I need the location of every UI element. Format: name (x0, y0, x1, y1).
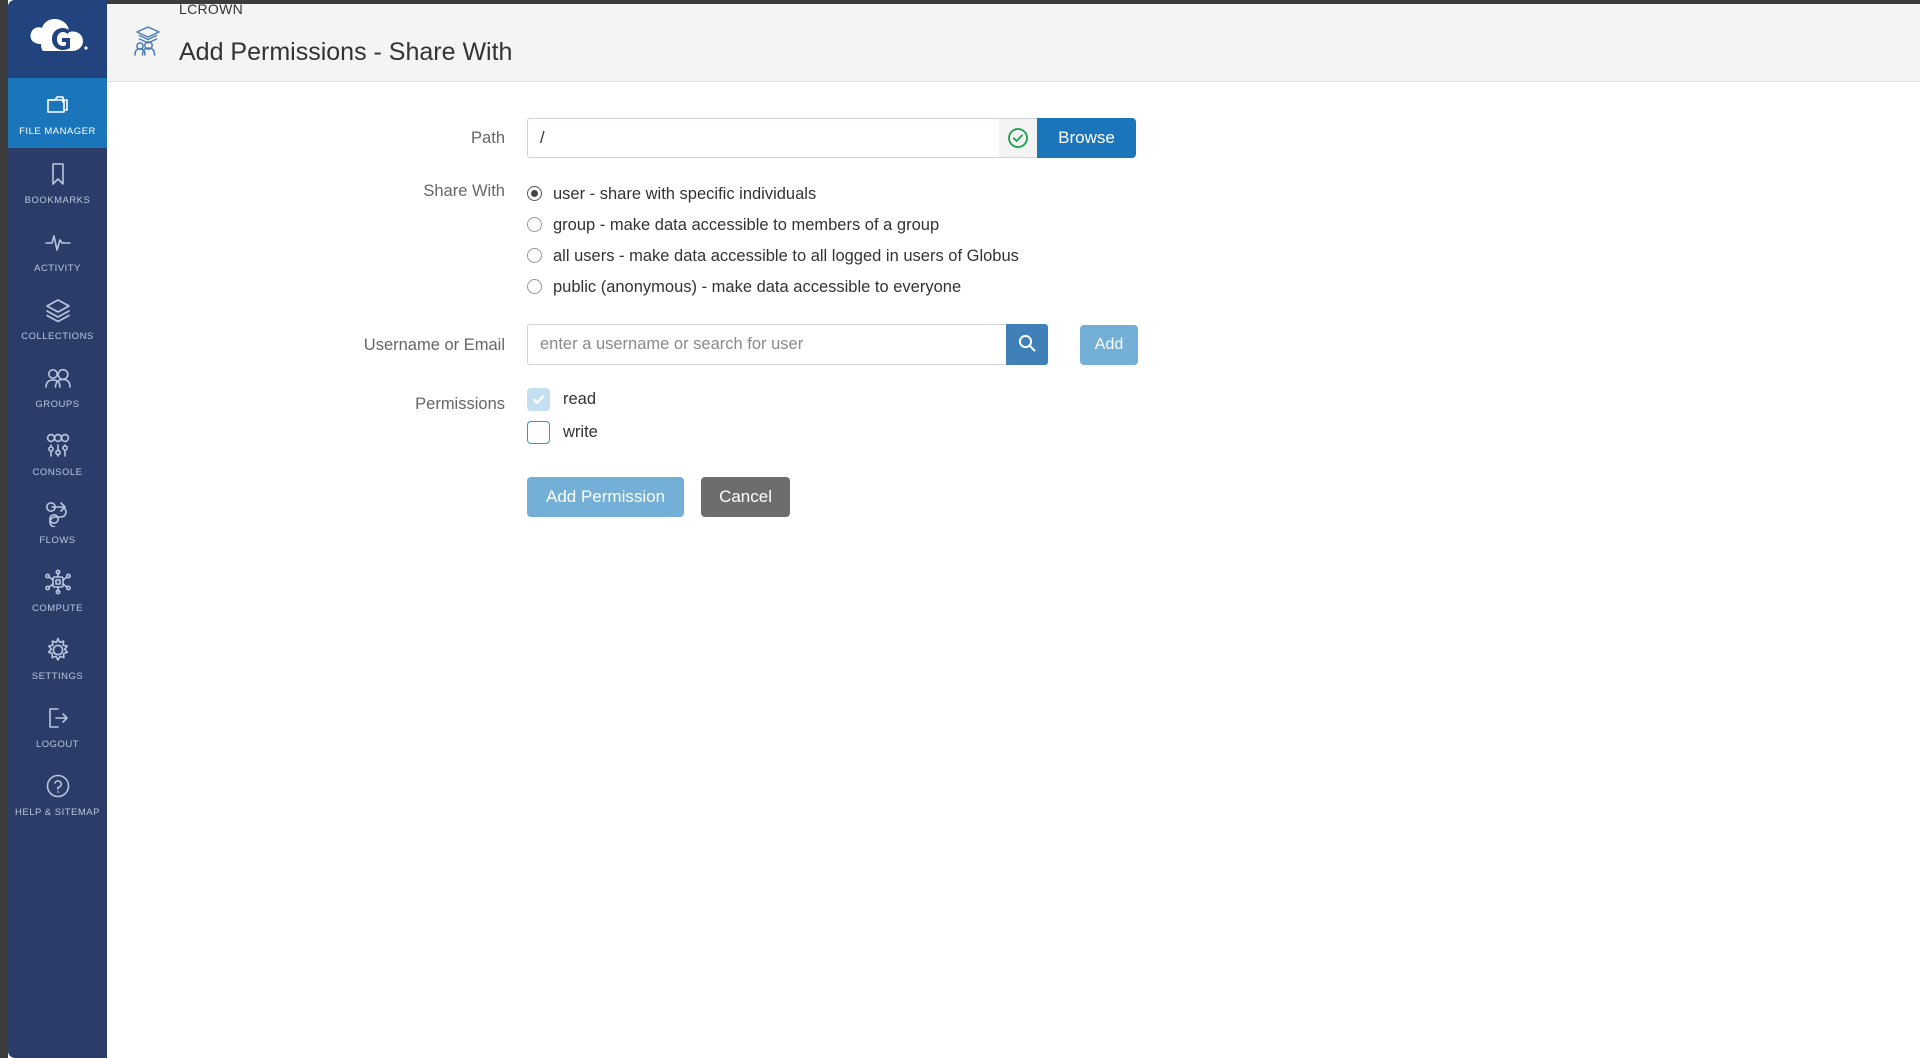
folder-icon (45, 90, 71, 120)
radio-option-group[interactable]: group - make data accessible to members … (527, 209, 1920, 240)
layers-icon (44, 295, 72, 325)
radio-label: group - make data accessible to members … (553, 215, 940, 234)
gear-icon (44, 635, 72, 665)
sidebar-item-help-sitemap[interactable]: HELP & SITEMAP (8, 760, 107, 828)
page-header: LCROWN Add Permissions - Share With (107, 1, 1920, 84)
share-with-row: Share With user - share with specific in… (107, 178, 1920, 302)
path-input-group: Browse (527, 118, 1136, 158)
sidebar-item-file-manager[interactable]: FILE MANAGER (8, 78, 107, 148)
username-row: Username or Email enter a username or se… (107, 324, 1920, 365)
radio-icon (527, 186, 542, 201)
checkbox-label: read (563, 390, 597, 408)
primary-sidebar: FILE MANAGER BOOKMARKS ACTIVITY COLLECTI… (8, 0, 107, 1058)
sidebar-item-label: HELP & SITEMAP (15, 806, 100, 818)
checkbox-option-write[interactable]: write (527, 416, 1920, 449)
checkbox-icon (527, 388, 550, 411)
add-user-button[interactable]: Add (1080, 324, 1138, 365)
shared-collection-icon (129, 22, 167, 64)
sidebar-item-settings[interactable]: SETTINGS (8, 624, 107, 692)
radio-option-public[interactable]: public (anonymous) - make data accessibl… (527, 271, 1920, 302)
sidebar-item-label: ACTIVITY (34, 262, 81, 274)
cancel-button[interactable]: Cancel (701, 477, 790, 517)
sidebar-item-activity[interactable]: ACTIVITY (8, 216, 107, 284)
sidebar-item-collections[interactable]: COLLECTIONS (8, 284, 107, 352)
sidebar-item-label: CONSOLE (32, 466, 83, 478)
question-circle-icon (44, 771, 72, 801)
window-left-edge (0, 0, 8, 1058)
flow-arrow-icon (43, 499, 73, 529)
radio-label: public (anonymous) - make data accessibl… (553, 277, 962, 296)
path-field: Browse (527, 118, 1920, 158)
globus-g-cloud-logo-icon (29, 18, 88, 51)
chip-icon (43, 567, 73, 597)
radio-option-user[interactable]: user - share with specific individuals (527, 178, 1920, 209)
sidebar-item-label: GROUPS (35, 398, 80, 410)
radio-icon (527, 217, 542, 232)
pulse-icon (44, 227, 72, 257)
permissions-options: read write (527, 383, 1920, 449)
sidebar-item-console[interactable]: CONSOLE (8, 420, 107, 488)
page-title: Add Permissions - Share With (179, 38, 513, 66)
sidebar-item-label: FLOWS (39, 534, 76, 546)
collection-name: LCROWN (179, 1, 244, 18)
sidebar-item-flows[interactable]: FLOWS (8, 488, 107, 556)
username-field: Add (527, 324, 1920, 365)
checkbox-option-read[interactable]: read (527, 383, 1920, 416)
bookmark-icon (47, 159, 69, 189)
add-permission-button[interactable]: Add Permission (527, 477, 685, 517)
sidebar-item-logout[interactable]: LOGOUT (8, 692, 107, 760)
username-label: Username or Email (363, 336, 505, 354)
action-buttons: Add Permission Cancel (527, 477, 1920, 517)
share-with-label: Share With (423, 182, 505, 200)
radio-label: user - share with specific individuals (553, 184, 817, 203)
sidebar-item-label: COLLECTIONS (21, 330, 94, 342)
radio-label: all users - make data accessible to all … (553, 246, 1019, 265)
path-input[interactable] (527, 118, 999, 158)
header-text-block: LCROWN Add Permissions - Share With (179, 1, 512, 84)
sidebar-item-label: BOOKMARKS (24, 194, 91, 206)
main-area: LCROWN Add Permissions - Share With Path (107, 0, 1920, 1058)
actions-field: Add Permission Cancel (527, 477, 1920, 517)
permissions-form: Path Browse Sha (107, 82, 1920, 1058)
permissions-label: Permissions (415, 395, 505, 413)
sidebar-item-label: FILE MANAGER (19, 125, 96, 137)
sliders-icon (43, 431, 73, 461)
globus-logo[interactable] (8, 0, 107, 78)
sidebar-item-groups[interactable]: GROUPS (8, 352, 107, 420)
sidebar-item-label: COMPUTE (32, 602, 83, 614)
username-input-group: Add (527, 324, 1920, 365)
username-search-wrap (527, 324, 1048, 365)
sidebar-item-compute[interactable]: COMPUTE (8, 556, 107, 624)
username-input[interactable] (527, 324, 1006, 365)
radio-option-all-users[interactable]: all users - make data accessible to all … (527, 240, 1920, 271)
sidebar-item-label: SETTINGS (31, 670, 84, 682)
radio-icon (527, 248, 542, 263)
radio-icon (527, 279, 542, 294)
share-with-options: user - share with specific individuals g… (527, 178, 1920, 302)
path-label: Path (471, 129, 505, 147)
sidebar-item-bookmarks[interactable]: BOOKMARKS (8, 148, 107, 216)
sidebar-item-label: LOGOUT (35, 738, 80, 750)
logout-icon (44, 703, 72, 733)
path-row: Path Browse (107, 104, 1920, 158)
people-icon (43, 363, 73, 393)
checkbox-label: write (563, 423, 598, 441)
check-circle-icon (999, 118, 1037, 158)
checkbox-icon (527, 421, 550, 444)
search-icon (1017, 333, 1037, 356)
permissions-row: Permissions read write (107, 383, 1920, 449)
search-user-button[interactable] (1006, 324, 1048, 365)
app-root: FILE MANAGER BOOKMARKS ACTIVITY COLLECTI… (0, 0, 1920, 1058)
actions-row: Add Permission Cancel (107, 477, 1920, 517)
browse-button[interactable]: Browse (1037, 118, 1136, 158)
